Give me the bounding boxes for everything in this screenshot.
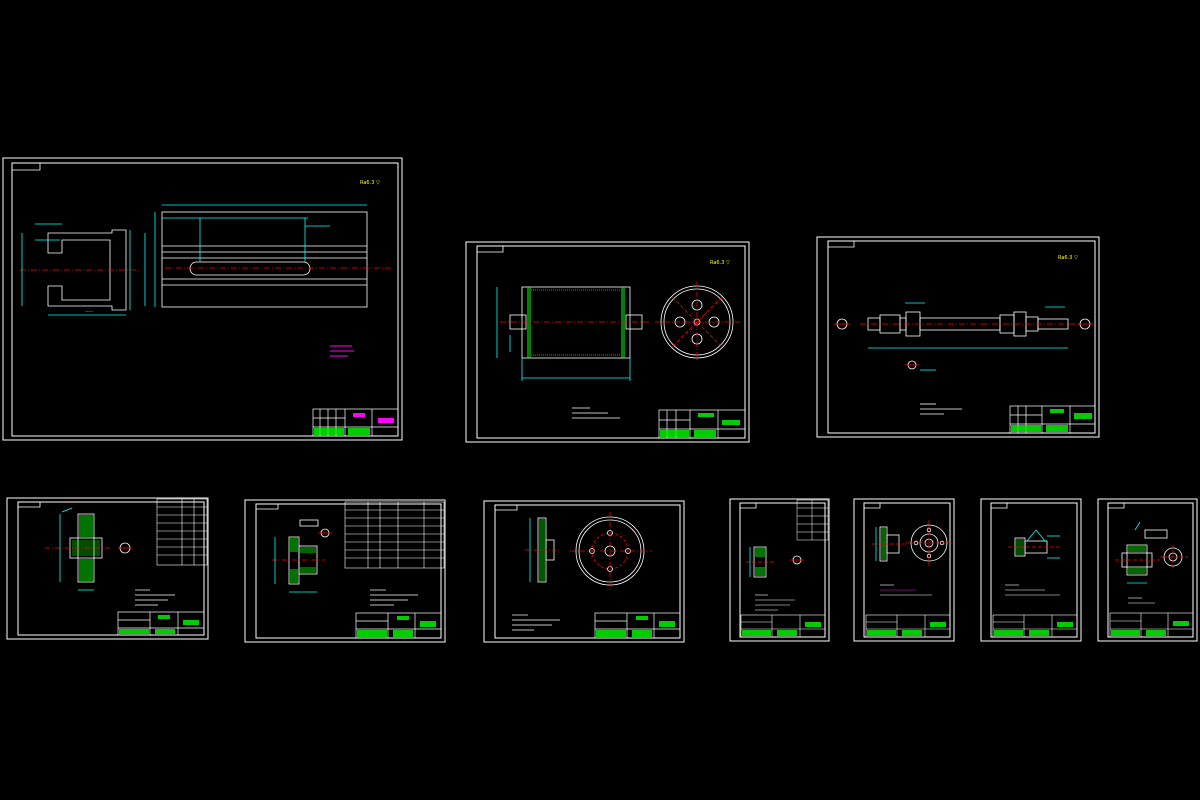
cad-drawing-canvas: Ra6.3 ▽ —— Ra6.3 ▽ Ra6.3 ▽ [0, 0, 1200, 800]
svg-text:——: —— [85, 309, 93, 314]
model-space-background [0, 0, 1200, 800]
roughness-symbol: Ra6.3 ▽ [1058, 255, 1078, 261]
roughness-symbol: Ra6.3 ▽ [360, 180, 380, 186]
roughness-symbol: Ra6.3 ▽ [710, 260, 730, 266]
